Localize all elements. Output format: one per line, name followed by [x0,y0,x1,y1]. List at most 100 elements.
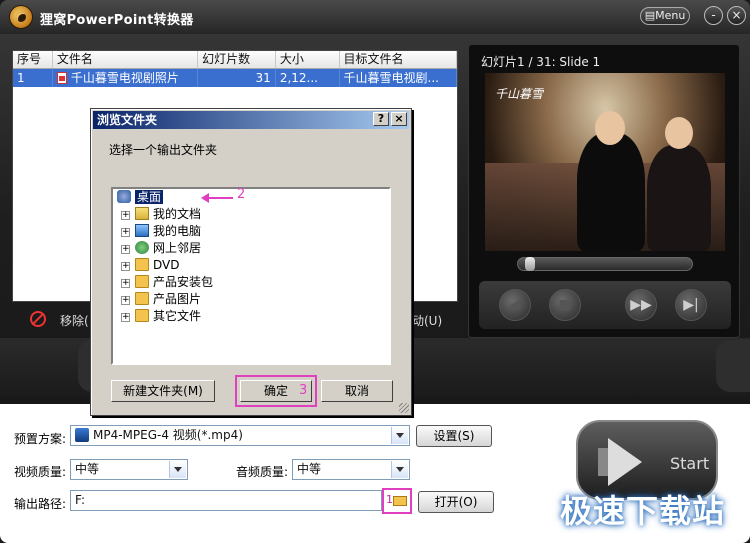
tree-item-product-images[interactable]: 产品图片 [135,291,201,307]
annotation-arrow-icon [201,193,233,203]
tree-item-label: 其它文件 [153,309,202,323]
minimize-icon: - [711,8,716,22]
prev-icon[interactable]: ◀ [499,289,531,321]
column-filename[interactable]: 文件名 [53,51,199,68]
app-title: 狸窝PowerPoint转换器 [40,13,194,28]
video-quality-value: 中等 [75,462,100,476]
expand-icon[interactable]: + [121,262,130,271]
new-folder-button[interactable]: 新建文件夹(M) [111,380,215,402]
tree-item-my-documents[interactable]: 我的文档 [135,206,201,222]
tree-item-label: DVD [153,258,180,272]
tree-item-label: 我的文档 [153,207,202,221]
expand-icon[interactable]: + [121,245,130,254]
start-arrow-icon [608,438,642,486]
table-row[interactable]: 1 千山暮雪电视剧照片 31 2,12... 千山暮雪电视剧... [13,69,457,87]
resize-grip-icon[interactable] [399,403,409,413]
next-icon[interactable]: ▶▶ [625,289,657,321]
close-icon: × [731,8,742,22]
annotation-3: 3 [299,383,308,398]
expand-icon[interactable]: + [121,211,130,220]
move-label[interactable]: 动(U) [412,312,442,329]
row-slides: 31 [198,69,276,87]
start-label: Start [670,454,710,473]
row-filename-text: 千山暮雪电视剧照片 [70,71,179,85]
tree-item-my-computer[interactable]: 我的电脑 [135,223,201,239]
dialog-title: 浏览文件夹 [93,111,409,129]
title-bar: 狸窝PowerPoint转换器 ▤Menu - × [0,0,750,34]
network-icon [135,241,149,254]
row-filename: 千山暮雪电视剧照片 [53,69,199,87]
audio-quality-value: 中等 [297,462,322,476]
help-button[interactable]: ? [373,112,389,126]
column-target[interactable]: 目标文件名 [340,51,457,68]
middle-right-tab [716,340,750,392]
output-path-input[interactable]: F: [70,490,382,511]
slide-info: 幻灯片1 / 31: Slide 1 [481,55,601,69]
folder-icon [135,275,149,288]
remove-icon[interactable] [30,311,46,327]
open-button[interactable]: 打开(O) [418,491,494,513]
app-logo-icon [9,5,33,29]
folder-tree[interactable]: 桌面 2 + 我的文档 + 我的电脑 + 网上邻居 + DVD + 产品安装包 … [111,187,391,365]
menu-label: Menu [655,9,686,22]
expand-icon[interactable]: + [121,279,130,288]
row-target: 千山暮雪电视剧... [340,69,457,87]
cancel-button[interactable]: 取消 [321,380,393,402]
video-quality-select[interactable]: 中等 [70,459,188,480]
documents-icon [135,207,149,220]
close-button[interactable]: × [727,6,746,25]
chevron-down-icon[interactable] [169,461,186,478]
tree-item-other-files[interactable]: 其它文件 [135,308,201,324]
dialog-close-button[interactable]: × [391,112,407,126]
video-format-icon [75,428,89,442]
settings-button[interactable]: 设置(S) [416,425,492,447]
start-bars-icon [598,448,608,476]
menu-button[interactable]: ▤Menu [640,7,690,25]
remove-label[interactable]: 移除( [60,312,89,329]
tree-item-label: 我的电脑 [153,224,202,238]
chevron-down-icon[interactable] [391,461,408,478]
chevron-down-icon[interactable] [391,427,408,444]
annotation-1: 1 [386,493,393,506]
slide-man [577,133,645,251]
file-list-header: 序号 文件名 幻灯片数 大小 目标文件名 [13,51,457,69]
slider-knob[interactable] [525,257,535,271]
preset-label: 预置方案: [14,432,67,446]
computer-icon [135,224,149,237]
folder-icon [393,496,407,506]
progress-slider[interactable] [517,257,693,271]
ok-button-highlight: 确定 3 [235,375,317,407]
tree-item-network[interactable]: 网上邻居 [135,240,201,256]
audio-quality-label: 音频质量: [236,465,289,479]
browse-folder-button[interactable]: 1 [382,488,412,514]
slide-image: 千山暮雪 [485,73,725,251]
audio-quality-select[interactable]: 中等 [292,459,410,480]
slide-woman-face [665,117,693,149]
video-quality-label: 视频质量: [14,465,67,479]
playback-controls: ◀ ■ ▶▶ ▶| [479,281,731,329]
column-index[interactable]: 序号 [13,51,53,68]
last-icon[interactable]: ▶| [675,289,707,321]
preset-select[interactable]: MP4-MPEG-4 视频(*.mp4) [70,425,410,446]
tree-item-label: 产品图片 [153,292,202,306]
column-size[interactable]: 大小 [276,51,340,68]
menu-icon: ▤ [644,9,656,22]
row-size: 2,12... [276,69,340,87]
expand-icon[interactable]: + [121,313,130,322]
ppt-file-icon [56,72,67,84]
expand-icon[interactable]: + [121,296,130,305]
app-window: 狸窝PowerPoint转换器 ▤Menu - × 序号 文件名 幻灯片数 大小… [0,0,750,543]
expand-icon[interactable]: + [121,228,130,237]
minimize-button[interactable]: - [704,6,723,25]
tree-item-install-packages[interactable]: 产品安装包 [135,274,213,290]
output-path-label: 输出路径: [14,497,67,511]
tree-item-label: 网上邻居 [153,241,202,255]
slide-woman [647,145,711,251]
annotation-2: 2 [237,187,246,202]
folder-icon [135,258,149,271]
tree-item-desktop[interactable]: 桌面 2 [117,187,245,205]
column-slides[interactable]: 幻灯片数 [198,51,276,68]
stop-icon[interactable]: ■ [549,289,581,321]
slide-caption: 千山暮雪 [495,87,544,101]
tree-item-dvd[interactable]: DVD [135,257,179,273]
